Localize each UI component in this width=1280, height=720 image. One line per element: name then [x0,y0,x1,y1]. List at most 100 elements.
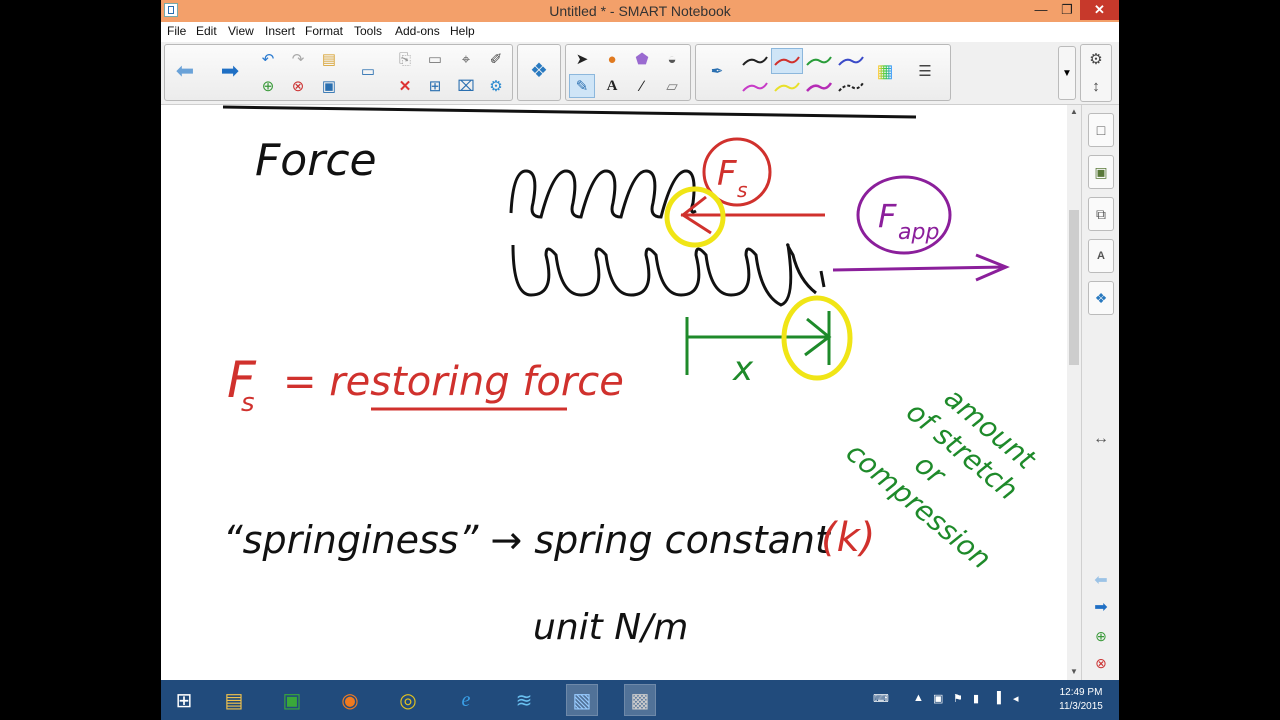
menu-tools[interactable]: Tools [354,24,382,38]
recorder-icon[interactable]: ▩ [624,684,656,716]
next-page-icon[interactable]: ➡ [1090,597,1112,617]
file-explorer-icon[interactable]: ▤ [219,685,249,715]
windows-taskbar: ⊞ ▤ ▣ ◉ ◎ e ≋ ▧ ▩ ⌨ ▲ ▣ ⚑ ▮ ▐ ◂ 12:49 PM… [161,680,1119,720]
x-label: x [732,349,754,389]
action-center-icon[interactable]: ⚑ [953,692,963,705]
open-folder-icon[interactable]: ▤ [316,47,342,71]
pen-color-dashed[interactable] [836,75,866,99]
attachments-icon[interactable]: ⧉ [1088,197,1114,231]
vertical-scrollbar[interactable]: ▲ ▼ [1067,105,1081,680]
pen-color-black[interactable] [740,49,770,73]
fapp-subscript: app [898,220,939,245]
network-icon[interactable]: ▐ [993,692,1001,704]
restore-button[interactable]: ❐ [1054,0,1080,20]
toolbar-group-file: ⬅ ➡ ↶ ↷ ▤ ⊕ ⊗ ▣ ▭ ⎘ ✕ ▭ ⊞ ⌖ ⌧ ✐ ⚙ [164,44,513,101]
forward-arrow-icon[interactable]: ➡ [217,59,243,83]
pen-color-magenta[interactable] [740,75,770,99]
title-bar: Untitled * - SMART Notebook — ❐ ✕ [161,0,1119,22]
fill-icon[interactable]: ◒ [659,47,685,71]
measurement-icon[interactable]: ⌖ [453,47,479,71]
shapes-icon[interactable]: ● [599,47,625,71]
add-page-icon[interactable]: ⊕ [255,74,281,98]
eraser-icon[interactable]: ▱ [659,74,685,98]
move-sidebar-icon[interactable]: ↔ [1090,430,1112,448]
add-page-side-icon[interactable]: ⊕ [1090,628,1112,645]
minimize-button[interactable]: — [1028,0,1054,20]
store-icon[interactable]: ▣ [277,685,307,715]
fs-subscript: s [737,178,747,202]
volume-icon[interactable]: ◂ [1013,692,1019,705]
pen-color-yellow[interactable] [772,75,802,99]
whiteboard-canvas[interactable]: Force F s F app x F s = restoring force [161,105,1067,680]
toolbar-group-pens: ✒ ▦ ☰ [695,44,951,101]
spring-stretched [511,243,826,307]
chrome-icon[interactable]: ◎ [393,685,423,715]
pen-color-green[interactable] [804,49,834,73]
smart-notebook-task-icon[interactable]: ▧ [566,684,598,716]
menu-file[interactable]: File [167,24,186,38]
menu-insert[interactable]: Insert [265,24,295,38]
paste-icon[interactable]: ⎘ [392,47,418,71]
firefox-icon[interactable]: ◉ [335,685,365,715]
restoring-force-text: = restoring force [283,359,624,405]
delete-icon[interactable]: ✕ [392,74,418,98]
pens-icon[interactable]: ✎ [569,74,595,98]
regular-polygon-icon[interactable]: ⬟ [629,47,655,71]
screen-shade-icon[interactable]: ▭ [422,47,448,71]
menu-format[interactable]: Format [305,24,343,38]
menu-help[interactable]: Help [450,24,475,38]
text-icon[interactable]: A [599,74,625,98]
gallery-icon[interactable]: ▣ [1088,155,1114,189]
scroll-thumb[interactable] [1069,210,1079,365]
internet-explorer-icon[interactable]: e [451,685,481,715]
windows-start-icon[interactable]: ⊞ [169,685,199,715]
menu-view[interactable]: View [228,24,254,38]
addons-tab-icon[interactable]: ❖ [1088,281,1114,315]
delete-page-icon[interactable]: ⊗ [285,74,311,98]
menu-edit[interactable]: Edit [196,24,217,38]
addons-small-icon[interactable]: ⚙ [483,74,509,98]
k-label: (k) [821,515,875,561]
magic-pen-icon[interactable]: ✐ [483,47,509,71]
save-icon[interactable]: ▣ [316,74,342,98]
toolbar: ⬅ ➡ ↶ ↷ ▤ ⊕ ⊗ ▣ ▭ ⎘ ✕ ▭ ⊞ ⌖ ⌧ ✐ ⚙ ❖ ➤ ● … [161,42,1119,105]
windows-live-icon[interactable]: ≋ [509,685,539,715]
toolbar-settings-group: ⚙ ↕ [1080,44,1112,102]
color-palette-icon[interactable]: ▦ [872,59,898,83]
tray-expand-icon[interactable]: ▲ [913,692,924,704]
scroll-up-arrow[interactable]: ▲ [1067,107,1081,116]
scroll-down-arrow[interactable]: ▼ [1067,667,1081,676]
pen-color-purple[interactable] [804,75,834,99]
table-icon[interactable]: ⊞ [422,74,448,98]
tray-app-icon[interactable]: ▣ [933,692,943,705]
springiness-text: “springiness” → spring constant [223,518,832,562]
toolbar-dropdown-button[interactable]: ▼ [1058,46,1076,100]
system-clock[interactable]: 12:49 PM 11/3/2015 [1048,686,1114,714]
fs-label: F [717,154,737,194]
keyboard-icon[interactable]: ⌨ [873,692,889,705]
delete-page-side-icon[interactable]: ⊗ [1090,655,1112,672]
back-arrow-icon[interactable]: ⬅ [172,59,198,83]
redo-icon[interactable]: ↷ [285,47,311,71]
pen-color-blue[interactable] [836,49,866,73]
select-icon[interactable]: ➤ [569,47,595,71]
undo-icon[interactable]: ↶ [255,47,281,71]
move-toolbar-icon[interactable]: ↕ [1083,74,1109,98]
screen-icon[interactable]: ▭ [355,59,381,83]
line-icon[interactable]: ∕ [629,74,655,98]
toolbar-group-addons: ❖ [517,44,561,101]
toolbar-group-tools: ➤ ● ⬟ ◒ ✎ A ∕ ▱ [565,44,691,101]
properties-icon[interactable]: ☰ [912,59,938,83]
page-sorter-icon[interactable]: □ [1088,113,1114,147]
prev-page-icon[interactable]: ⬅ [1090,570,1112,590]
close-button[interactable]: ✕ [1080,0,1119,20]
pen-icon[interactable]: ✒ [704,59,730,83]
battery-icon[interactable]: ▮ [973,692,979,705]
gear-icon[interactable]: ⚙ [1083,47,1109,71]
clear-icon[interactable]: ⌧ [453,74,479,98]
menu-addons[interactable]: Add-ons [395,24,440,38]
properties-tab-icon[interactable]: A [1088,239,1114,273]
pen-color-red[interactable] [771,48,803,74]
clock-date: 11/3/2015 [1059,701,1103,712]
addons-icon[interactable]: ❖ [526,59,552,83]
